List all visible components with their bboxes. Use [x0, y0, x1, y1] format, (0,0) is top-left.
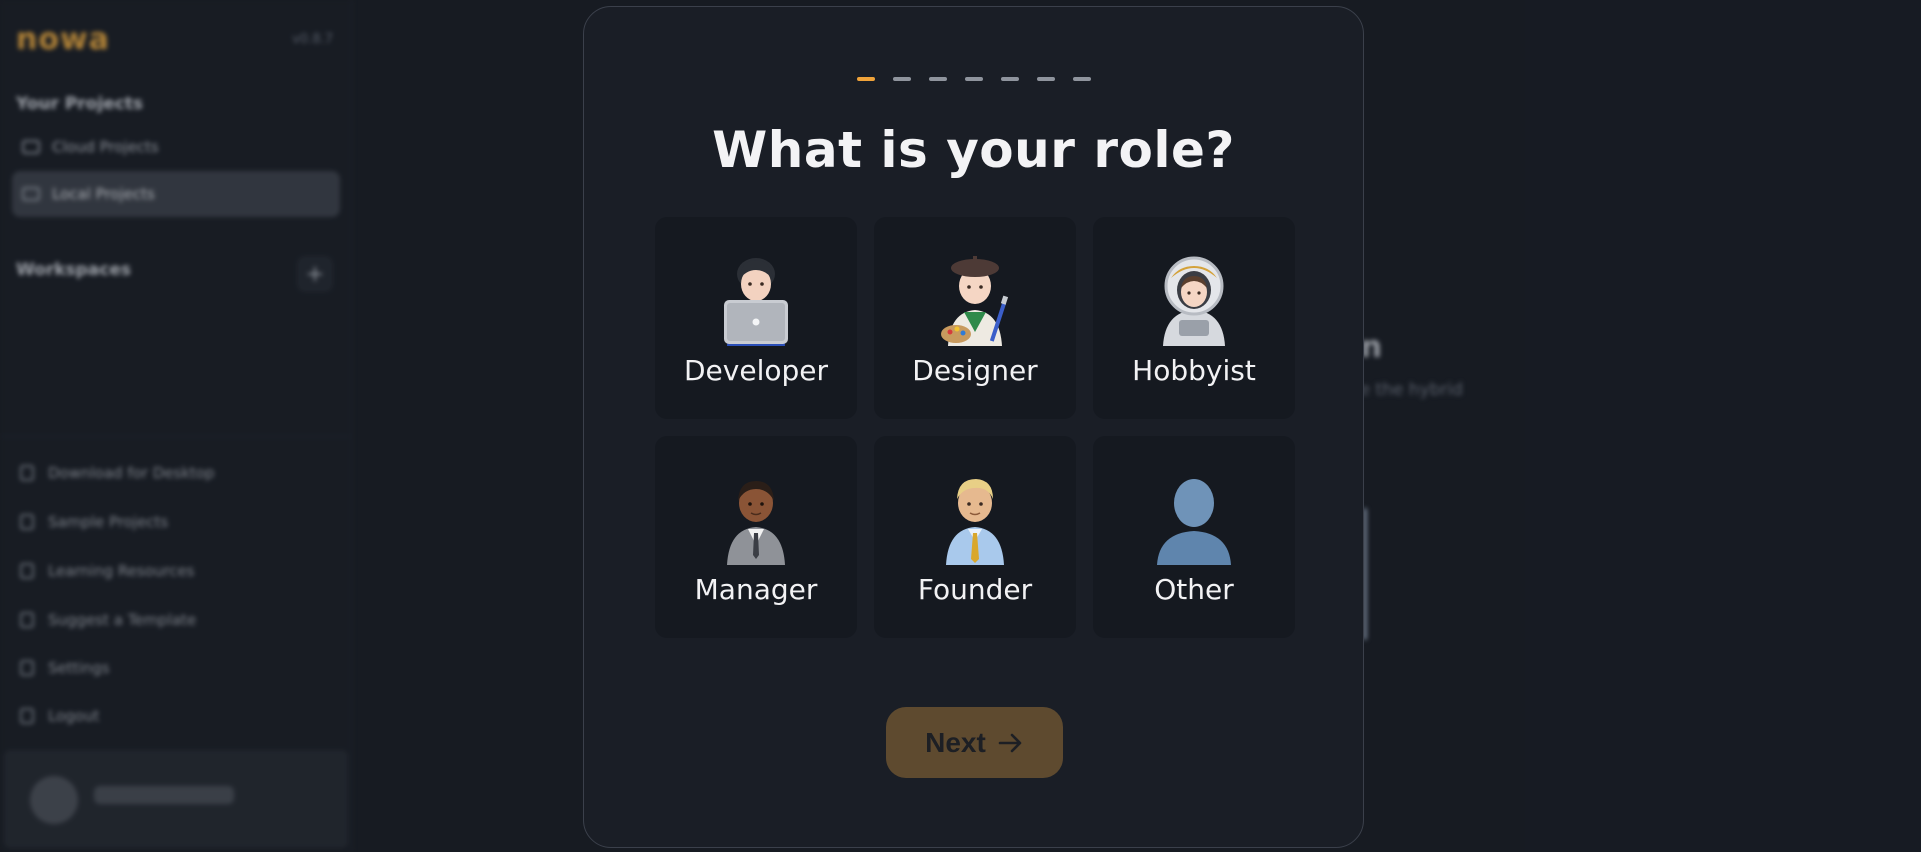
step-dot — [1000, 77, 1019, 81]
step-dot — [928, 77, 947, 81]
person-silhouette-icon — [1157, 478, 1231, 565]
modal-title: What is your role? — [712, 121, 1235, 179]
role-label: Manager — [694, 572, 818, 606]
step-dot — [1036, 77, 1055, 81]
step-dot — [964, 77, 983, 81]
step-dot — [856, 77, 875, 81]
next-button[interactable]: Next — [886, 707, 1063, 778]
role-card-designer[interactable]: Designer — [874, 217, 1076, 419]
role-label: Founder — [917, 572, 1033, 606]
role-selection-modal: What is your role? Developer Designer Ho… — [583, 6, 1364, 848]
designer-icon — [941, 255, 1009, 346]
manager-icon — [727, 480, 785, 565]
founder-icon — [946, 478, 1004, 565]
developer-icon — [724, 257, 788, 346]
step-dot — [892, 77, 911, 81]
app-root: nowa v0.8.7 Your Projects Cloud Projects… — [0, 0, 1921, 852]
role-card-developer[interactable]: Developer — [655, 217, 857, 419]
role-card-other[interactable]: Other — [1093, 436, 1295, 638]
next-button-label: Next — [925, 726, 986, 758]
role-label: Hobbyist — [1132, 353, 1256, 387]
role-label: Developer — [683, 353, 828, 387]
role-card-hobbyist[interactable]: Hobbyist — [1093, 217, 1295, 419]
step-dot — [1072, 77, 1091, 81]
arrow-right-icon — [998, 733, 1022, 752]
role-grid: Developer Designer Hobbyist Manager Foun… — [655, 217, 1295, 638]
role-label: Other — [1154, 572, 1234, 606]
astronaut-icon — [1163, 256, 1225, 346]
role-card-founder[interactable]: Founder — [874, 436, 1076, 638]
step-indicator — [584, 77, 1363, 81]
role-card-manager[interactable]: Manager — [655, 436, 857, 638]
role-label: Designer — [912, 353, 1038, 387]
